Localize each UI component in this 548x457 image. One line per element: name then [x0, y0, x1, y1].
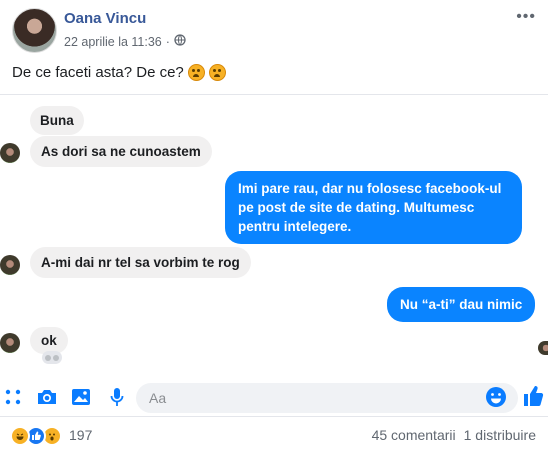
reaction-count[interactable]: 197 — [69, 427, 92, 443]
message-outgoing: Imi pare rau, dar nu folosesc facebook-u… — [225, 171, 522, 244]
sad-emoji-icon — [208, 64, 226, 81]
photo-icon — [70, 386, 92, 408]
message-incoming: A-mi dai nr tel sa vorbim te rog — [30, 247, 251, 278]
comments-count[interactable]: 45 comentarii — [372, 427, 456, 443]
author-name[interactable]: Oana Vincu — [64, 10, 146, 27]
apps-icon — [2, 386, 24, 408]
like-icon — [522, 384, 544, 413]
sad-emoji-icon — [187, 64, 205, 81]
post-stats: 45 comentarii 1 distribuire — [372, 427, 536, 443]
chat-screenshot: Buna As dori sa ne cunoastem Imi pare ra… — [0, 94, 548, 413]
author-avatar[interactable] — [12, 8, 57, 53]
microphone-icon — [106, 386, 128, 408]
add-reaction-icon — [42, 351, 62, 364]
message-outgoing: Nu “a-ti” dau nimic — [387, 287, 536, 322]
camera-icon — [36, 386, 58, 408]
haha-reaction-icon — [10, 426, 30, 446]
seen-avatar — [538, 341, 548, 355]
message-input-placeholder: Aa — [149, 390, 167, 406]
post-meta: 22 aprilie la 11:36 · — [64, 34, 186, 49]
message-incoming: As dori sa ne cunoastem — [30, 136, 212, 167]
emoji-icon — [485, 386, 507, 413]
post-text: De ce faceti asta? De ce? — [12, 64, 184, 81]
post-footer: 197 45 comentarii 1 distribuire — [0, 416, 548, 457]
message-incoming: ok — [30, 327, 68, 354]
message-input — [136, 383, 518, 413]
post-text-row: De ce faceti asta? De ce? — [12, 64, 226, 81]
sender-avatar — [0, 143, 20, 163]
reaction-icons[interactable] — [10, 426, 62, 446]
sender-avatar — [0, 333, 20, 353]
more-options-button[interactable]: ••• — [516, 8, 536, 26]
post-date[interactable]: 22 aprilie la 11:36 — [64, 35, 162, 49]
message-incoming: Buna — [30, 106, 84, 135]
meta-separator: · — [165, 34, 170, 49]
sender-avatar — [0, 255, 20, 275]
globe-icon — [174, 34, 186, 49]
shares-count[interactable]: 1 distribuire — [464, 427, 536, 443]
